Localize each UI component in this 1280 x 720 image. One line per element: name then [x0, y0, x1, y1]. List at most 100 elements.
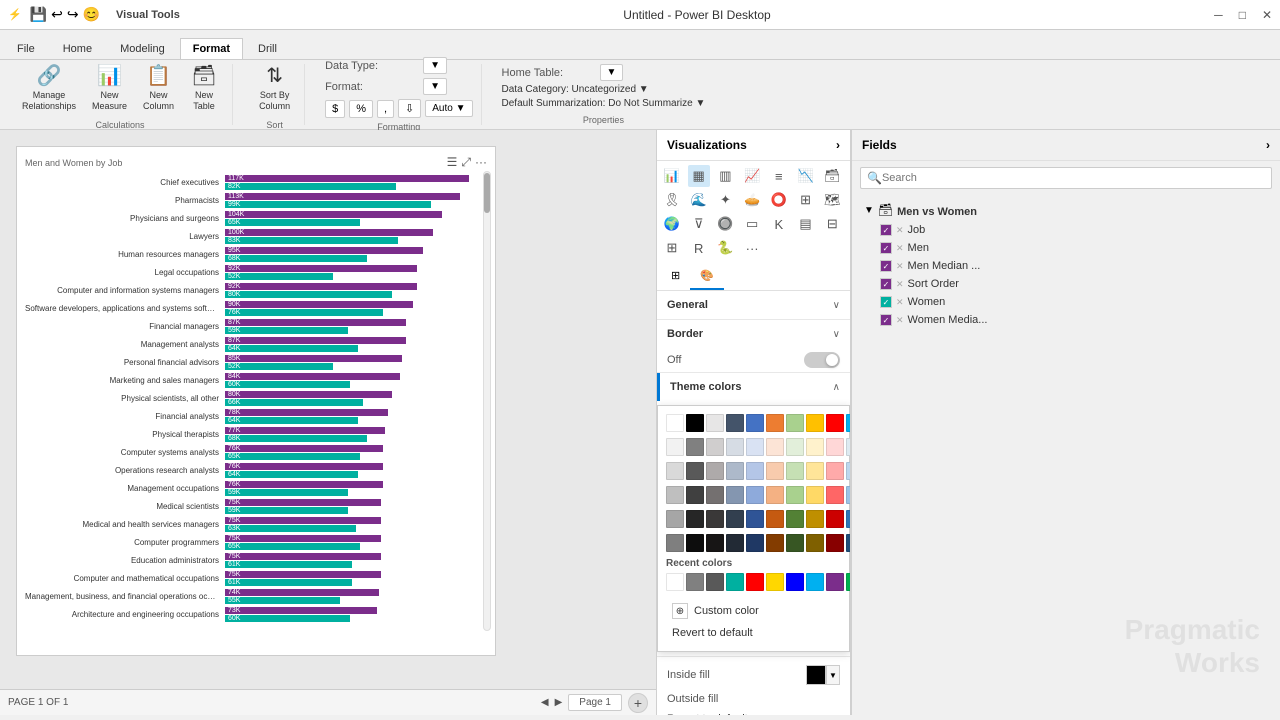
color-swatch[interactable]	[786, 486, 804, 504]
revert-default-btn-2[interactable]: Revert to default	[657, 709, 850, 715]
matrix-icon[interactable]: ⊞	[661, 237, 683, 259]
color-swatch[interactable]	[666, 414, 684, 432]
color-swatch[interactable]	[806, 414, 824, 432]
color-swatch[interactable]	[666, 486, 684, 504]
fields-item[interactable]: ✓✕Men	[876, 239, 1272, 257]
color-swatch[interactable]	[766, 438, 784, 456]
color-swatch[interactable]	[706, 486, 724, 504]
color-swatch[interactable]	[726, 486, 744, 504]
python-icon[interactable]: 🐍	[714, 237, 736, 259]
recent-color-swatch[interactable]	[826, 573, 844, 591]
color-swatch[interactable]	[806, 486, 824, 504]
inside-fill-swatch[interactable]	[806, 665, 826, 685]
fields-checkbox[interactable]: ✓	[880, 260, 892, 272]
maximize-btn[interactable]: □	[1239, 8, 1246, 22]
fields-item[interactable]: ✓✕Women Media...	[876, 311, 1272, 329]
recent-color-swatch[interactable]	[786, 573, 804, 591]
color-swatch[interactable]	[766, 534, 784, 552]
remove-field-icon[interactable]: ✕	[896, 225, 904, 236]
color-swatch[interactable]	[726, 510, 744, 528]
border-toggle[interactable]	[804, 352, 840, 368]
theme-colors-header[interactable]: Theme colors ∧	[657, 373, 850, 401]
manage-relationships-btn[interactable]: 🔗 ManageRelationships	[16, 59, 82, 116]
color-swatch[interactable]	[686, 534, 704, 552]
stacked-column-icon[interactable]: ≡	[768, 165, 790, 187]
color-swatch[interactable]	[766, 486, 784, 504]
auto-select[interactable]: Auto ▼	[425, 100, 472, 117]
recent-color-swatch[interactable]	[806, 573, 824, 591]
smile-icon[interactable]: 😊	[83, 6, 100, 23]
fields-checkbox[interactable]: ✓	[880, 242, 892, 254]
expand-icon[interactable]: ⤢	[461, 155, 471, 170]
slicer-icon[interactable]: ▤	[795, 213, 817, 235]
column-chart-icon[interactable]: 📈	[741, 165, 763, 187]
color-swatch[interactable]	[726, 414, 744, 432]
color-swatch[interactable]	[746, 534, 764, 552]
recent-color-swatch[interactable]	[766, 573, 784, 591]
minimize-btn[interactable]: ─	[1214, 8, 1223, 22]
sort-by-column-btn[interactable]: ⇅ Sort ByColumn	[253, 59, 296, 116]
add-page-btn[interactable]: +	[628, 693, 648, 713]
pie-chart-icon[interactable]: 🥧	[741, 189, 763, 211]
color-swatch[interactable]	[686, 414, 704, 432]
color-swatch[interactable]	[826, 438, 844, 456]
color-swatch[interactable]	[686, 438, 704, 456]
recent-color-swatch[interactable]	[706, 573, 724, 591]
color-swatch[interactable]	[726, 438, 744, 456]
fields-root-item[interactable]: ▼ 🗃 Men vs Women	[860, 199, 1272, 221]
color-swatch[interactable]	[766, 414, 784, 432]
table-icon[interactable]: ⊟	[821, 213, 843, 235]
percent-btn[interactable]: %	[349, 100, 373, 118]
fields-search-box[interactable]: 🔍	[860, 167, 1272, 189]
color-swatch[interactable]	[826, 486, 844, 504]
color-swatch[interactable]	[806, 510, 824, 528]
new-table-btn[interactable]: 🗃 NewTable	[184, 59, 224, 116]
remove-field-icon[interactable]: ✕	[896, 297, 904, 308]
color-swatch[interactable]	[806, 534, 824, 552]
fields-item[interactable]: ✓✕Women	[876, 293, 1272, 311]
search-input[interactable]	[882, 172, 1265, 184]
fields-item[interactable]: ✓✕Men Median ...	[876, 257, 1272, 275]
viz-tab-format[interactable]: 🎨	[690, 263, 724, 290]
color-swatch[interactable]	[766, 462, 784, 480]
inside-fill-dropdown[interactable]: ▼	[826, 665, 840, 685]
color-swatch[interactable]	[826, 462, 844, 480]
color-swatch[interactable]	[786, 438, 804, 456]
close-btn[interactable]: ✕	[1262, 8, 1272, 22]
chart-scrollbar[interactable]	[483, 171, 491, 631]
border-section-header[interactable]: Border ∨	[657, 320, 850, 348]
custom-color-btn[interactable]: ⊕ Custom color	[666, 599, 841, 623]
next-page-btn[interactable]: ▶	[555, 697, 563, 708]
color-swatch[interactable]	[746, 510, 764, 528]
color-swatch[interactable]	[706, 414, 724, 432]
filled-map-icon[interactable]: 🌍	[661, 213, 683, 235]
color-swatch[interactable]	[826, 510, 844, 528]
tab-file[interactable]: File	[4, 38, 48, 59]
color-swatch[interactable]	[706, 510, 724, 528]
remove-field-icon[interactable]: ✕	[896, 243, 904, 254]
color-swatch[interactable]	[686, 486, 704, 504]
revert-default-btn-1[interactable]: Revert to default	[666, 623, 841, 643]
color-swatch[interactable]	[726, 462, 744, 480]
color-swatch[interactable]	[746, 438, 764, 456]
recent-color-swatch[interactable]	[726, 573, 744, 591]
prev-page-btn[interactable]: ◀	[541, 697, 549, 708]
card-icon[interactable]: ▭	[741, 213, 763, 235]
recent-color-swatch[interactable]	[686, 573, 704, 591]
color-swatch[interactable]	[746, 414, 764, 432]
bar-chart-stacked-icon[interactable]: 📊	[661, 165, 683, 187]
color-swatch[interactable]	[766, 510, 784, 528]
fields-item[interactable]: ✓✕Job	[876, 221, 1272, 239]
viz-tab-fields[interactable]: ⊞	[661, 263, 690, 290]
general-section-header[interactable]: General ∨	[657, 291, 850, 319]
remove-field-icon[interactable]: ✕	[896, 315, 904, 326]
undo-icon[interactable]: ↩	[51, 6, 63, 23]
redo-icon[interactable]: ↪	[67, 6, 79, 23]
new-column-btn[interactable]: 📋 NewColumn	[137, 59, 180, 116]
tab-format[interactable]: Format	[180, 38, 243, 59]
tab-drill[interactable]: Drill	[245, 38, 290, 59]
kpi-icon[interactable]: K	[768, 213, 790, 235]
color-swatch[interactable]	[826, 534, 844, 552]
save-icon[interactable]: 💾	[30, 6, 47, 23]
fields-item[interactable]: ✓✕Sort Order	[876, 275, 1272, 293]
